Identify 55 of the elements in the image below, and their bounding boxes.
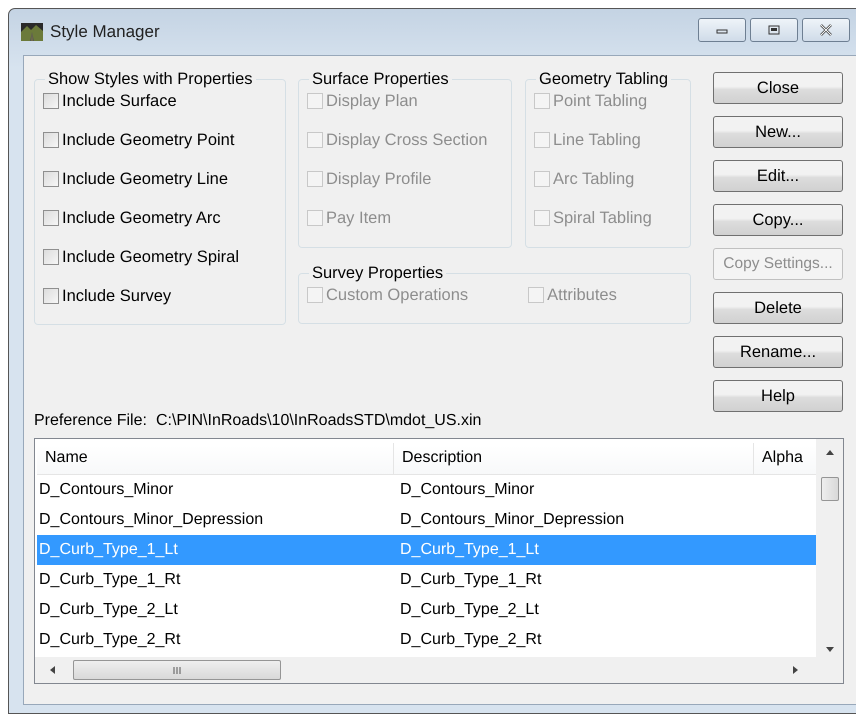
table-cell-text: D_Curb_Type_1_Lt <box>399 541 540 559</box>
action-button[interactable]: Help <box>713 380 843 412</box>
close-button[interactable] <box>802 18 850 42</box>
table-cell-text: D_Curb_Type_1_Lt <box>38 541 179 559</box>
checkbox[interactable]: Include Survey <box>43 285 285 307</box>
table-cell-text: D_Curb_Type_1_Rt <box>38 571 182 589</box>
table-cell-text: D_Contours_Minor_Depression <box>399 511 626 529</box>
column-header[interactable]: Name <box>37 443 394 474</box>
group-title: Show Styles with Properties <box>47 70 254 89</box>
action-button[interactable]: Edit... <box>713 160 843 192</box>
table-row[interactable]: D_Curb_Type_1_Rt D_Curb_Type_1_Rt <box>37 565 816 595</box>
table-row[interactable]: D_Contours_Minor D_Contours_Minor <box>37 475 816 505</box>
table-row[interactable]: D_Contours_Minor_Depression D_Contours_Minor_Depression <box>37 505 816 535</box>
action-button[interactable]: Copy... <box>713 204 843 236</box>
checkbox[interactable]: Include Surface <box>43 90 285 112</box>
checkbox[interactable]: Include Geometry Line <box>43 168 285 190</box>
table-row[interactable]: D_Curb_Type_2_Rt D_Curb_Type_2_Rt <box>37 625 816 655</box>
table-row[interactable]: D_Curb_Type_2_Lt D_Curb_Type_2_Lt <box>37 595 816 625</box>
checkbox[interactable]: Include Geometry Point <box>43 129 285 151</box>
maximize-button[interactable] <box>750 18 798 42</box>
checkbox[interactable]: Include Geometry Spiral <box>43 246 285 268</box>
vertical-scrollbar[interactable] <box>816 439 843 657</box>
minimize-button[interactable] <box>698 18 746 42</box>
table-cell-text: D_Curb_Type_1_Rt <box>399 571 542 589</box>
preference-file-path: C:\PIN\InRoads\10\InRoadsSTD\mdot_US.xin <box>156 412 482 431</box>
horizontal-scrollbar[interactable] <box>35 657 843 683</box>
table-cell-text: D_Curb_Type_2_Lt <box>38 601 179 619</box>
scrollbar-thumb[interactable] <box>820 477 838 501</box>
column-header[interactable]: Description <box>394 443 754 474</box>
up-arrow-icon[interactable] <box>824 449 834 455</box>
group-title: Surface Properties <box>311 70 450 89</box>
grip-icon <box>172 666 182 674</box>
group-title: Geometry Tabling <box>538 70 670 89</box>
road-landscape-icon <box>21 23 43 41</box>
window-title: Style Manager <box>50 22 161 42</box>
down-arrow-icon[interactable] <box>824 647 834 653</box>
action-button[interactable]: Close <box>713 72 843 104</box>
action-button[interactable]: Rename... <box>713 336 843 368</box>
table-cell-text: D_Curb_Type_2_Lt <box>399 601 540 619</box>
right-arrow-icon[interactable] <box>793 665 799 675</box>
column-header[interactable]: Alpha <box>754 443 813 474</box>
action-button[interactable]: Delete <box>713 292 843 324</box>
table-cell-text: D_Contours_Minor_Depression <box>38 511 264 529</box>
group-title: Survey Properties <box>311 264 444 283</box>
table-cell-text: D_Curb_Type_2_Rt <box>399 631 542 649</box>
maximize-icon <box>767 25 781 35</box>
preference-file-label: Preference File: <box>34 412 147 431</box>
scrollbar-thumb[interactable] <box>73 660 281 680</box>
table-cell-text: D_Curb_Type_2_Rt <box>38 631 182 649</box>
checkbox[interactable]: Include Geometry Arc <box>43 207 285 229</box>
table-cell-text: D_Contours_Minor <box>399 481 536 499</box>
left-arrow-icon[interactable] <box>49 665 55 675</box>
table-cell-text: D_Contours_Minor <box>38 481 174 499</box>
action-button[interactable]: New... <box>713 116 843 148</box>
close-icon <box>818 24 834 36</box>
